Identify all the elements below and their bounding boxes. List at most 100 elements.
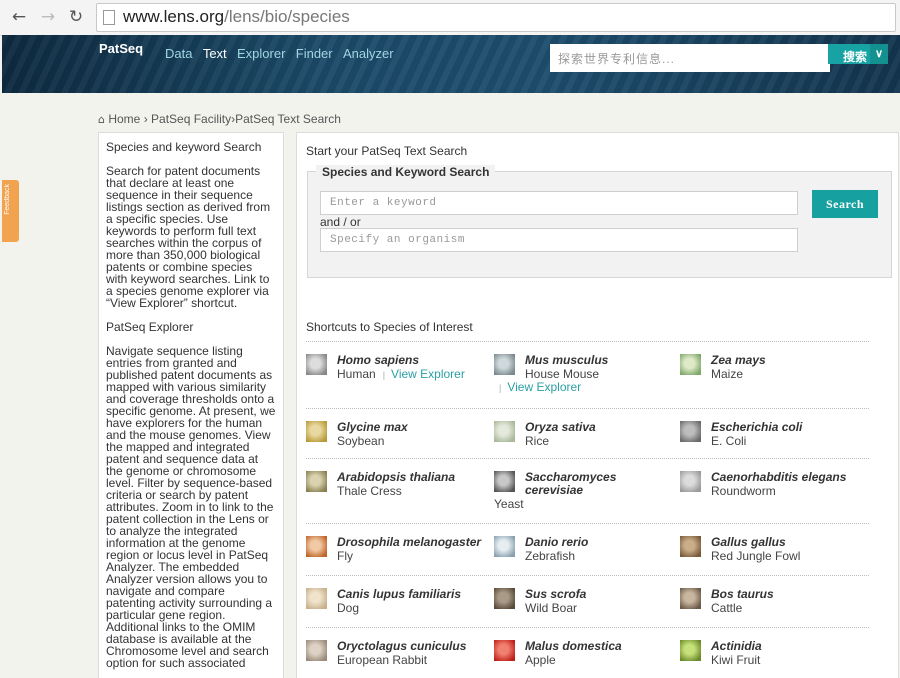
rabbit-icon[interactable] — [306, 640, 327, 661]
forward-arrow-icon[interactable]: → — [37, 6, 59, 28]
header-search-button[interactable]: 搜索 ∨ — [828, 44, 888, 64]
boar-icon[interactable] — [494, 588, 515, 609]
dog-icon[interactable] — [306, 588, 327, 609]
species-common-line: Thale Cress — [337, 484, 402, 498]
and-or-label: and / or — [320, 215, 361, 229]
nav-data[interactable]: Data — [165, 46, 192, 61]
header-search-input[interactable]: 探索世界专利信息... — [550, 44, 830, 72]
patseq-explorer-heading: PatSeq Explorer — [106, 320, 194, 334]
species-latin-name[interactable]: Glycine max — [337, 421, 408, 434]
rice-icon[interactable] — [494, 421, 515, 442]
species-latin-name[interactable]: Gallus gallus — [711, 536, 786, 549]
breadcrumb-home[interactable]: Home — [108, 112, 140, 126]
species-common-line: Human | View Explorer — [337, 367, 465, 381]
keyword-input[interactable]: Enter a keyword — [320, 191, 798, 215]
species-common-line: Yeast — [494, 497, 524, 511]
species-common-name: Yeast — [494, 497, 524, 511]
species-common-line: Zebrafish — [525, 549, 575, 563]
back-arrow-icon[interactable]: ← — [8, 6, 30, 28]
ecoli-icon[interactable] — [680, 421, 701, 442]
species-row: Homo sapiens Human | View Explorer Mus muscu… — [306, 341, 869, 408]
species-common-line: Wild Boar — [525, 601, 577, 615]
view-explorer-link[interactable]: View Explorer — [391, 367, 465, 381]
nav-finder[interactable]: Finder — [296, 46, 333, 61]
species-common-line: Red Jungle Fowl — [711, 549, 800, 563]
species-common-name: House Mouse — [525, 367, 600, 381]
species-common-name: Cattle — [711, 601, 743, 615]
soybean-icon[interactable] — [306, 421, 327, 442]
species-latin-name[interactable]: Arabidopsis thaliana — [337, 471, 455, 484]
kiwi-icon[interactable] — [680, 640, 701, 661]
nav-text[interactable]: Text — [203, 46, 227, 61]
address-bar[interactable]: www.lens.org/lens/bio/species — [96, 3, 896, 32]
nav-analyzer[interactable]: Analyzer — [343, 46, 394, 61]
browser-toolbar: ← → ↻ www.lens.org/lens/bio/species — [0, 0, 900, 36]
organism-input[interactable]: Specify an organism — [320, 228, 798, 252]
thale-cress-icon[interactable] — [306, 471, 327, 492]
species-common-name: Rice — [525, 434, 550, 448]
mouse-icon[interactable] — [494, 354, 515, 375]
fieldset-legend: Species and Keyword Search — [316, 165, 496, 179]
species-common-name: Roundworm — [711, 484, 776, 498]
fly-icon[interactable] — [306, 536, 327, 557]
cattle-icon[interactable] — [680, 588, 701, 609]
species-latin-name[interactable]: Oryza sativa — [525, 421, 596, 434]
chevron-down-icon[interactable]: ∨ — [870, 44, 888, 64]
view-explorer-link[interactable]: View Explorer — [507, 380, 581, 394]
url-path: /lens/bio/species — [224, 7, 350, 26]
species-latin-name[interactable]: Canis lupus familiaris — [337, 588, 461, 601]
species-latin-name[interactable]: Zea mays — [711, 354, 766, 367]
search-button[interactable]: Search — [812, 190, 878, 218]
species-latin-name[interactable]: Oryctolagus cuniculus — [337, 640, 466, 653]
species-common-line: House Mouse | View Explorer — [499, 367, 600, 394]
top-nav: Data Text Explorer Finder Analyzer — [165, 46, 401, 61]
species-keyword-fieldset: Species and Keyword Search Enter a keywo… — [307, 165, 892, 278]
maize-icon[interactable] — [680, 354, 701, 375]
species-common-name: Kiwi Fruit — [711, 653, 761, 667]
reload-icon[interactable]: ↻ — [65, 6, 87, 28]
species-latin-name[interactable]: Danio rerio — [525, 536, 588, 549]
species-row: Oryctolagus cuniculus European Rabbit Malu… — [306, 627, 869, 678]
species-latin-name[interactable]: Drosophila melanogaster — [337, 536, 481, 549]
species-latin-name[interactable]: Mus musculus — [525, 354, 608, 367]
keyword-placeholder: Enter a keyword — [330, 197, 437, 209]
feedback-label: Feedback — [4, 184, 11, 215]
separator: | — [499, 383, 502, 393]
main-panel: Start your PatSeq Text Search Species an… — [296, 132, 899, 678]
info-sidebar: Species and keyword Search Search for pa… — [98, 132, 284, 678]
header-search-label: 搜索 — [843, 50, 868, 64]
species-latin-name[interactable]: Actinidia — [711, 640, 762, 653]
species-latin-name[interactable]: Bos taurus — [711, 588, 774, 601]
page-icon — [103, 10, 115, 25]
species-common-line: Roundworm — [711, 484, 776, 498]
home-icon: ⌂ — [98, 113, 105, 126]
nav-explorer[interactable]: Explorer — [237, 46, 285, 61]
brand-logo[interactable]: PatSeq — [99, 41, 143, 56]
species-latin-name[interactable]: Sus scrofa — [525, 588, 586, 601]
species-row: Glycine max Soybean Oryza sativa Rice Escher… — [306, 408, 869, 458]
roundworm-icon[interactable] — [680, 471, 701, 492]
zebrafish-icon[interactable] — [494, 536, 515, 557]
url-host: www.lens.org — [123, 7, 225, 26]
breadcrumb: ⌂ Home › PatSeq Facility›PatSeq Text Sea… — [98, 112, 341, 126]
species-latin-name[interactable]: Saccharomyces cerevisiae — [525, 471, 635, 497]
species-common-name: Red Jungle Fowl — [711, 549, 801, 563]
human-face-icon[interactable] — [306, 354, 327, 375]
species-latin-name[interactable]: Malus domestica — [525, 640, 622, 653]
species-latin-name[interactable]: Escherichia coli — [711, 421, 802, 434]
breadcrumb-facility[interactable]: PatSeq Facility — [151, 112, 231, 126]
species-latin-name[interactable]: Homo sapiens — [337, 354, 419, 367]
organism-placeholder: Specify an organism — [330, 234, 465, 246]
feedback-tab[interactable]: Feedback — [2, 180, 19, 242]
species-common-name: Dog — [337, 601, 360, 615]
species-keyword-heading: Species and keyword Search — [106, 140, 262, 154]
yeast-icon[interactable] — [494, 471, 515, 492]
species-keyword-description: Search for patent documents that declare… — [106, 164, 271, 310]
species-common-name: Apple — [525, 653, 556, 667]
breadcrumb-current: PatSeq Text Search — [235, 112, 341, 126]
species-common-name: Fly — [337, 549, 353, 563]
chicken-icon[interactable] — [680, 536, 701, 557]
apple-icon[interactable] — [494, 640, 515, 661]
species-latin-name[interactable]: Caenorhabditis elegans — [711, 471, 846, 484]
view-explorer-wrap: | View Explorer — [492, 380, 581, 394]
